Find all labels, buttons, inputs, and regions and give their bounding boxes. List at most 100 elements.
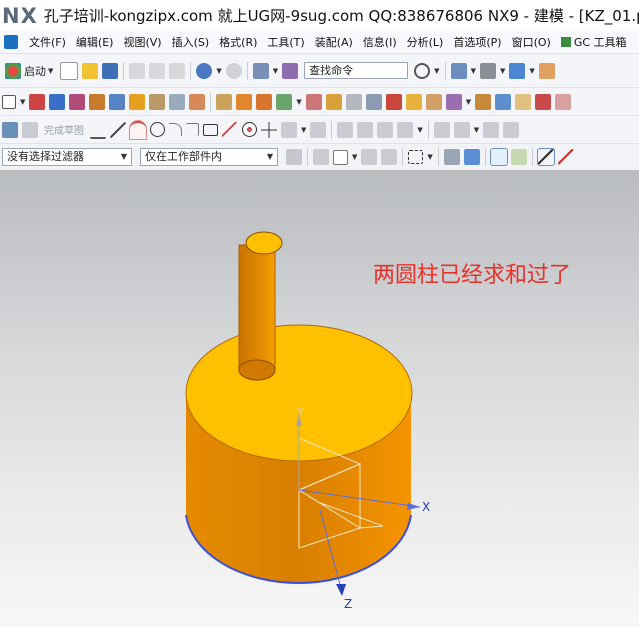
render-style-icon[interactable]: [479, 62, 496, 79]
unite-icon[interactable]: [236, 93, 253, 110]
sketch-task-icon[interactable]: [2, 121, 18, 138]
menu-insert[interactable]: 插入(S): [167, 34, 215, 50]
touch-mode-icon[interactable]: [282, 62, 299, 79]
chevron-down-icon[interactable]: ▼: [20, 98, 25, 106]
arc-icon[interactable]: [129, 119, 147, 140]
quick-extend-icon[interactable]: [357, 121, 374, 138]
convert-reference-icon[interactable]: [503, 121, 520, 138]
paste-icon[interactable]: [169, 62, 186, 79]
snap-curve-point-icon[interactable]: [557, 149, 574, 165]
datum-plane-icon[interactable]: [2, 94, 16, 109]
menu-tools[interactable]: 工具(T): [262, 34, 309, 50]
chevron-down-icon[interactable]: ▼: [471, 67, 476, 75]
chevron-down-icon[interactable]: ▼: [417, 126, 422, 134]
save-icon[interactable]: [102, 62, 119, 79]
chevron-down-icon[interactable]: ▼: [434, 67, 439, 75]
graphics-viewport[interactable]: Y X Z 两圆柱已经求和过了: [0, 170, 639, 627]
search-icon[interactable]: [414, 62, 431, 79]
rectangle-select-icon[interactable]: [408, 150, 424, 164]
edge-blend-icon[interactable]: [305, 93, 322, 110]
pocket-icon[interactable]: [149, 93, 166, 110]
revolve-icon[interactable]: [69, 93, 86, 110]
ruled-icon[interactable]: [555, 93, 572, 110]
groove-icon[interactable]: [189, 93, 206, 110]
fillet-icon[interactable]: [169, 123, 182, 136]
copy-icon[interactable]: [149, 62, 166, 79]
pad-icon[interactable]: [129, 93, 146, 110]
constraint-icon[interactable]: [433, 121, 450, 138]
chevron-down-icon[interactable]: ▼: [273, 67, 278, 75]
chevron-down-icon[interactable]: ▼: [301, 126, 306, 134]
snap-midpoint-icon[interactable]: [510, 149, 527, 165]
menu-preferences[interactable]: 首选项(P): [448, 34, 506, 50]
through-curves-icon[interactable]: [515, 93, 532, 110]
slot-icon[interactable]: [169, 93, 186, 110]
chevron-down-icon[interactable]: ▼: [352, 153, 357, 161]
new-file-icon[interactable]: [60, 61, 79, 80]
profile-icon[interactable]: [90, 121, 106, 139]
make-corner-icon[interactable]: [377, 121, 394, 138]
snap-point-icon[interactable]: [361, 149, 378, 165]
split-body-icon[interactable]: [405, 93, 422, 110]
extrude-icon[interactable]: [49, 93, 66, 110]
select-solid-icon[interactable]: [463, 149, 480, 165]
hole-icon[interactable]: [89, 93, 106, 110]
chevron-down-icon[interactable]: ▼: [529, 67, 534, 75]
pattern-curve-icon[interactable]: [310, 121, 327, 138]
command-finder-icon[interactable]: [252, 62, 269, 79]
cut-icon[interactable]: [129, 62, 146, 79]
menu-information[interactable]: 信息(I): [358, 34, 402, 50]
offset-face-icon[interactable]: [425, 93, 442, 110]
pattern-feature-icon[interactable]: [216, 93, 233, 110]
dimension-icon[interactable]: [397, 121, 414, 138]
chevron-down-icon[interactable]: ▼: [500, 67, 505, 75]
chevron-down-icon[interactable]: ▼: [216, 67, 221, 75]
assembly-selection-icon[interactable]: [286, 149, 302, 165]
chevron-down-icon[interactable]: ▼: [296, 98, 301, 106]
view-bookmark-icon[interactable]: [538, 62, 555, 79]
snap-endpoint-icon[interactable]: [489, 148, 508, 166]
circle-icon[interactable]: [150, 122, 165, 137]
rectangle-icon[interactable]: [203, 123, 218, 136]
selection-scope-select[interactable]: 仅在工作部件内 ▼: [140, 148, 278, 166]
intersect-icon[interactable]: [276, 93, 293, 110]
boss-icon[interactable]: [109, 93, 126, 110]
subtract-icon[interactable]: [256, 93, 273, 110]
finish-sketch-icon[interactable]: [22, 121, 38, 138]
model-view[interactable]: Y X Z: [0, 170, 639, 627]
thicken-icon[interactable]: [495, 93, 512, 110]
menu-view[interactable]: 视图(V): [118, 34, 166, 50]
redo-icon[interactable]: [225, 62, 242, 79]
sketch-icon[interactable]: [29, 93, 46, 110]
display-constraints-icon[interactable]: [483, 121, 500, 138]
auto-constrain-icon[interactable]: [453, 121, 470, 138]
chevron-down-icon[interactable]: ▼: [466, 98, 471, 106]
type-filter-select[interactable]: 没有选择过滤器 ▼: [2, 148, 132, 166]
polygon-icon[interactable]: [222, 121, 238, 138]
shell-icon[interactable]: [345, 93, 362, 110]
open-folder-icon[interactable]: [82, 62, 99, 79]
start-button[interactable]: 启动 ▼: [0, 62, 58, 79]
menu-edit[interactable]: 编辑(E): [71, 34, 119, 50]
studio-surface-icon[interactable]: [535, 93, 552, 110]
offset-curve-icon[interactable]: [281, 121, 297, 138]
menu-analysis[interactable]: 分析(L): [402, 34, 449, 50]
select-body-icon[interactable]: [443, 149, 460, 165]
quick-trim-icon[interactable]: [337, 121, 354, 138]
finish-sketch-label[interactable]: 完成草图: [44, 122, 84, 137]
selection-intent-icon[interactable]: [313, 149, 329, 165]
line-icon[interactable]: [110, 121, 126, 138]
chevron-down-icon[interactable]: ▼: [474, 126, 479, 134]
sweep-icon[interactable]: [475, 93, 492, 110]
menu-format[interactable]: 格式(R): [214, 34, 262, 50]
chamfer-sketch-icon[interactable]: [186, 123, 199, 136]
point-icon[interactable]: [242, 122, 257, 137]
snap-settings-icon[interactable]: [381, 149, 398, 165]
menu-assembly[interactable]: 装配(A): [310, 34, 358, 50]
menu-gc-toolbox[interactable]: GC 工具箱: [556, 34, 632, 50]
view-orient-icon[interactable]: [509, 62, 526, 79]
menu-file[interactable]: 文件(F): [24, 34, 71, 50]
pin-cylinder-top-face[interactable]: [245, 231, 283, 255]
cross-icon[interactable]: [261, 121, 277, 138]
scale-body-icon[interactable]: [445, 93, 462, 110]
